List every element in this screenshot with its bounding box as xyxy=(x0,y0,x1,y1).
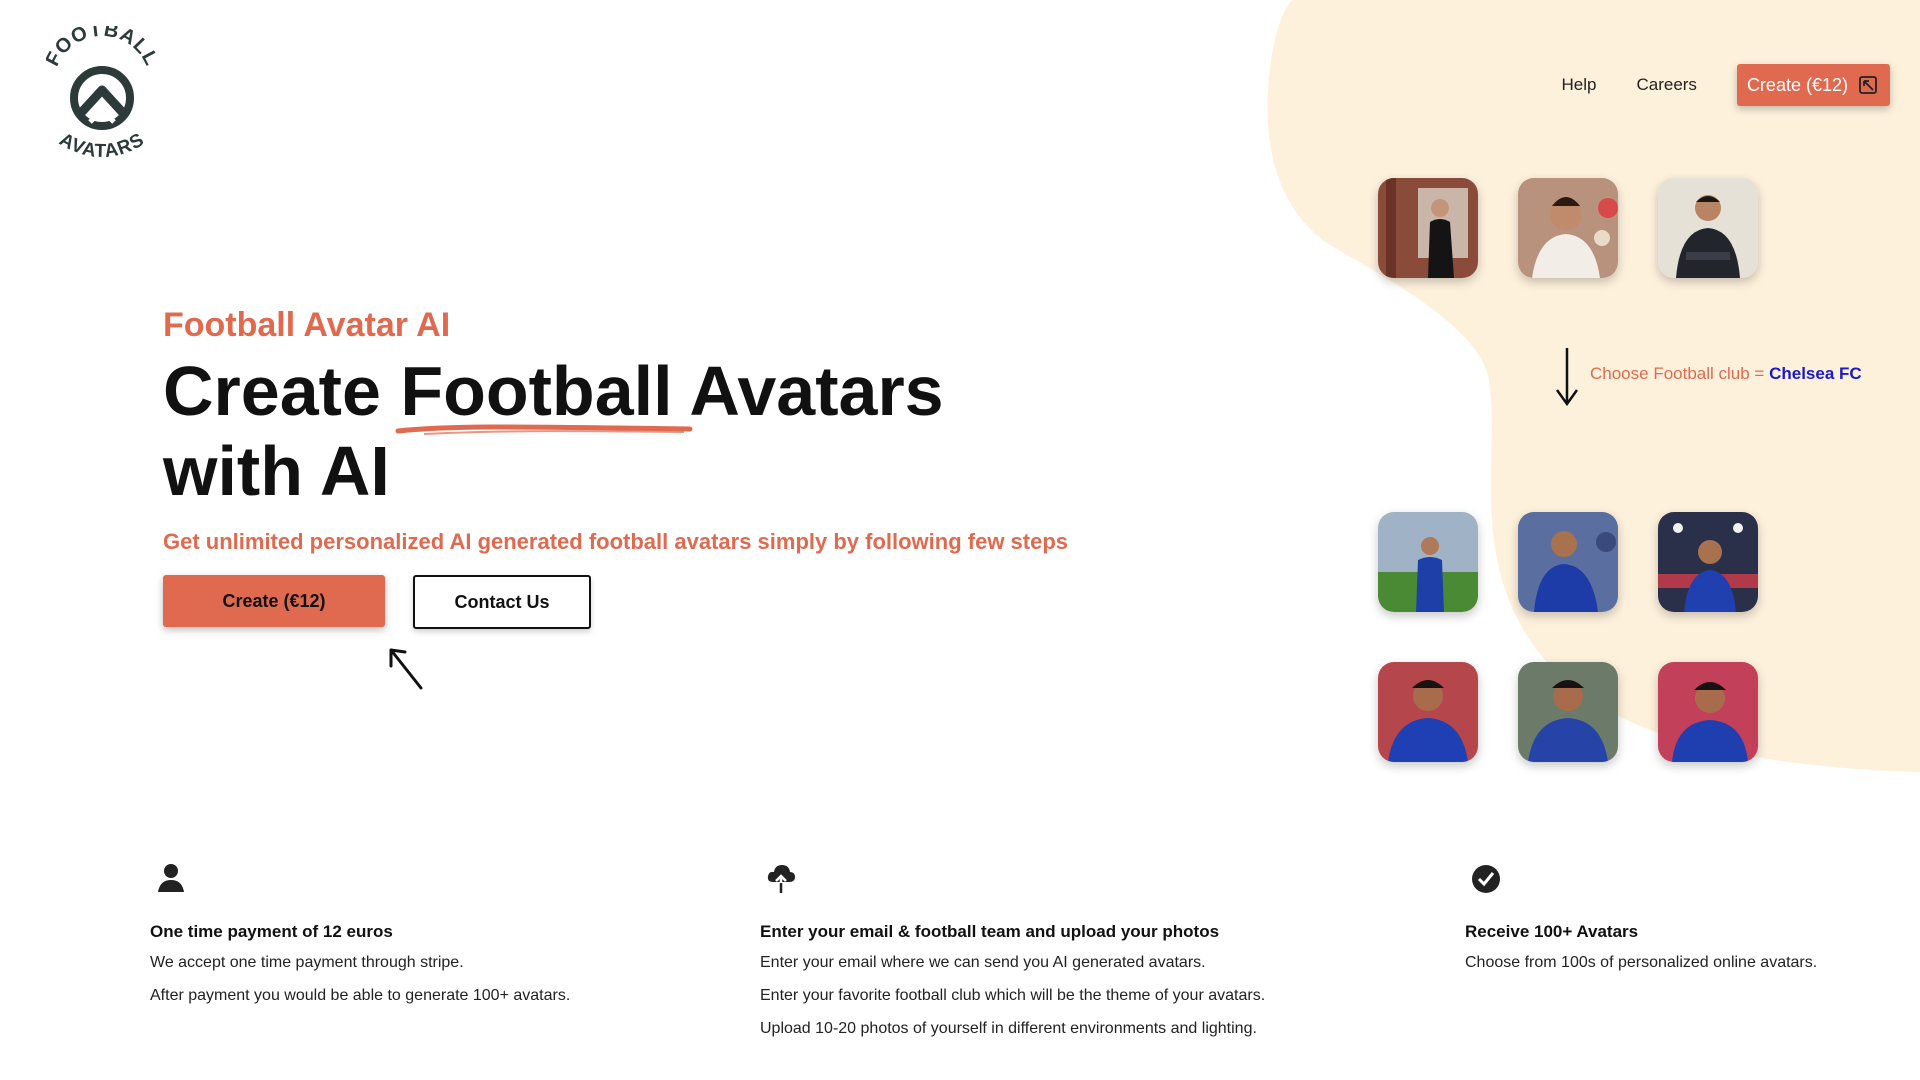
nav-create-button[interactable]: Create (€12) xyxy=(1736,64,1890,106)
check-circle-icon xyxy=(1472,865,1500,893)
football-avatars-logo-icon: FOOTBALL AVATARS xyxy=(41,19,161,163)
brand-logo[interactable]: FOOTBALL AVATARS xyxy=(41,19,161,172)
nav-careers-link[interactable]: Careers xyxy=(1636,75,1696,95)
original-photo-3 xyxy=(1658,178,1758,278)
chelsea-avatar-2 xyxy=(1518,512,1618,612)
club-choice-text: Choose Football club = Chelsea FC xyxy=(1590,364,1862,384)
features-section: One time payment of 12 euros We accept o… xyxy=(0,862,1920,1080)
feature-line: Choose from 100s of personalized online … xyxy=(1465,954,1818,971)
create-button[interactable]: Create (€12) xyxy=(163,575,385,627)
original-photo-2 xyxy=(1518,178,1618,278)
headline-line2: with AI xyxy=(163,432,390,510)
feature-line: Enter your favorite football club which … xyxy=(760,987,1266,1004)
hero-eyebrow: Football Avatar AI xyxy=(163,306,451,344)
hero-section: Football Avatar AI Create Football Avata… xyxy=(163,306,1068,629)
chelsea-avatar-6 xyxy=(1658,662,1758,762)
hero-subline: Get unlimited personalized AI generated … xyxy=(163,529,1069,554)
club-name: Chelsea FC xyxy=(1769,364,1862,383)
chelsea-avatar-3 xyxy=(1658,512,1758,612)
feature-line: After payment you would be able to gener… xyxy=(150,987,571,1004)
chelsea-avatar-4 xyxy=(1378,662,1478,762)
cloud-upload-icon xyxy=(767,865,795,893)
user-icon xyxy=(158,864,184,892)
feature-title: Enter your email & football team and upl… xyxy=(760,922,1220,941)
nav-create-label: Create (€12) xyxy=(1746,74,1848,95)
feature-line: We accept one time payment through strip… xyxy=(150,954,464,971)
feature-receive: Receive 100+ Avatars Choose from 100s of… xyxy=(1465,862,1817,987)
down-arrow-icon xyxy=(1555,348,1579,407)
nav-help-link[interactable]: Help xyxy=(1562,75,1597,95)
top-nav: Help Careers Create (€12) xyxy=(1562,64,1890,106)
hand-drawn-arrow-icon xyxy=(389,648,423,690)
club-label: Choose Football club = xyxy=(1590,364,1770,383)
brush-underline xyxy=(395,424,693,435)
headline-highlight: Football xyxy=(395,351,693,435)
feature-line: Upload 10-20 photos of yourself in diffe… xyxy=(760,1020,1257,1037)
feature-upload: Enter your email & football team and upl… xyxy=(760,862,1265,1053)
feature-line: Enter your email where we can send you A… xyxy=(760,954,1206,971)
headline-part2: Avatars xyxy=(672,352,944,430)
svg-text:FOOTBALL: FOOTBALL xyxy=(46,26,158,70)
contact-us-button[interactable]: Contact Us xyxy=(413,575,591,629)
chelsea-avatar-1 xyxy=(1378,512,1478,612)
svg-text:AVATARS: AVATARS xyxy=(56,129,149,162)
hero-buttons: Create (€12) Contact Us xyxy=(163,575,1068,629)
original-photo-1 xyxy=(1378,178,1478,278)
feature-title: Receive 100+ Avatars xyxy=(1465,922,1639,941)
hero-headline: Create Football Avatars with AI xyxy=(163,351,1068,511)
feature-title: One time payment of 12 euros xyxy=(150,922,393,941)
chelsea-avatar-5 xyxy=(1518,662,1618,762)
external-link-icon xyxy=(1859,76,1877,94)
feature-payment: One time payment of 12 euros We accept o… xyxy=(150,862,570,1020)
headline-part1: Create xyxy=(163,352,401,430)
